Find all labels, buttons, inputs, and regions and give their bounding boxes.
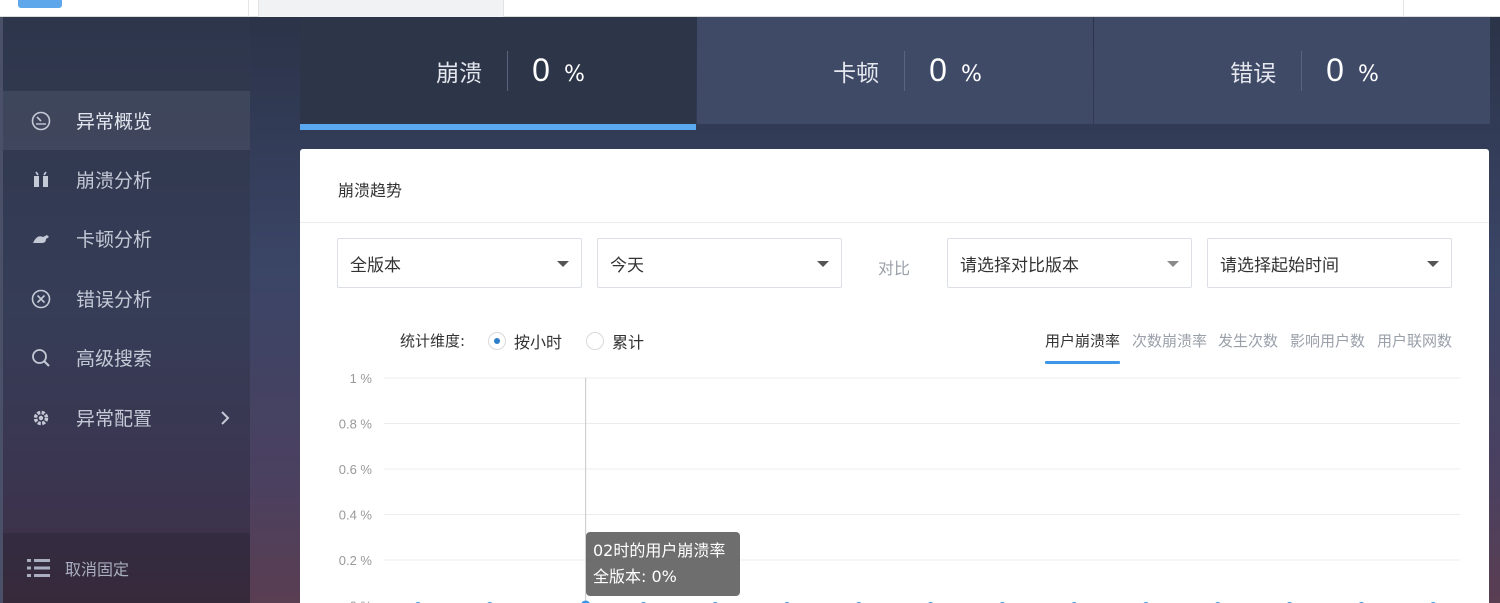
radio-checked-icon <box>488 332 506 350</box>
sidebar-item-config[interactable]: 异常配置 <box>3 388 250 447</box>
version-select-value: 全版本 <box>350 255 401 276</box>
y-tick-label: 0 % <box>350 599 373 603</box>
caret-down-icon <box>557 261 569 267</box>
sidebar-item-search[interactable]: 高级搜索 <box>3 328 250 387</box>
radio-cumulative[interactable]: 累计 <box>586 329 644 353</box>
stat-value: 0 <box>1326 52 1344 88</box>
close-circle-icon <box>29 287 53 311</box>
turtle-icon <box>29 227 53 251</box>
list-icon <box>27 558 51 578</box>
broken-box-icon <box>29 168 53 192</box>
unpin-sidebar-button[interactable]: 取消固定 <box>3 533 250 603</box>
sidebar-item-label: 卡顿分析 <box>76 229 153 251</box>
gear-icon <box>29 406 53 430</box>
version-select[interactable]: 全版本 <box>337 238 582 288</box>
y-tick-label: 0.2 % <box>339 553 373 568</box>
stat-card-lag[interactable]: 卡顿 0 % <box>697 17 1093 124</box>
radio-label: 累计 <box>612 333 645 352</box>
stat-label: 卡顿 <box>833 60 880 87</box>
radio-label: 按小时 <box>514 333 563 352</box>
unpin-label: 取消固定 <box>65 560 130 579</box>
radio-hourly[interactable]: 按小时 <box>488 329 562 353</box>
y-tick-label: 0.4 % <box>339 508 373 523</box>
tab-affected-users[interactable]: 影响用户数 <box>1290 330 1365 351</box>
stat-value: 0 <box>929 52 947 88</box>
panel-title: 崩溃趋势 <box>338 181 403 200</box>
divider <box>1403 0 1404 17</box>
stat-card-crash[interactable]: 崩溃 0 % <box>300 17 696 130</box>
date-select-value: 今天 <box>610 255 644 276</box>
sidebar-item-error[interactable]: 错误分析 <box>3 269 250 328</box>
caret-down-icon <box>817 261 829 267</box>
start-time-select[interactable]: 请选择起始时间 <box>1207 238 1452 288</box>
sidebar-item-label: 异常配置 <box>76 408 153 430</box>
chart-tooltip: 02时的用户崩溃率 全版本: 0% <box>586 532 740 596</box>
sidebar-item-label: 异常概览 <box>76 111 153 133</box>
sidebar-item-label: 错误分析 <box>76 289 153 311</box>
caret-down-icon <box>1167 261 1179 267</box>
stat-label: 错误 <box>1230 60 1277 87</box>
stat-unit: % <box>960 62 982 87</box>
stat-unit: % <box>1357 62 1379 87</box>
tab-occurrence-count[interactable]: 发生次数 <box>1218 330 1278 351</box>
divider <box>248 0 249 17</box>
dimension-label: 统计维度: <box>400 332 466 350</box>
stat-card-error[interactable]: 错误 0 % <box>1094 17 1490 124</box>
tab-count-crash-rate[interactable]: 次数崩溃率 <box>1132 330 1207 351</box>
stat-value: 0 <box>532 52 550 88</box>
sidebar: 异常概览 崩溃分析 卡顿分析 错误分析 高级搜索 异常配置 取消固定 <box>0 17 250 603</box>
sidebar-item-overview[interactable]: 异常概览 <box>3 91 250 150</box>
tab-online-users[interactable]: 用户联网数 <box>1377 330 1452 351</box>
compare-version-placeholder: 请选择对比版本 <box>960 255 1079 276</box>
divider <box>507 50 509 91</box>
crash-trend-panel: 崩溃趋势 全版本 今天 对比 请选择对比版本 请选择起始时间 统计维度: 按小时… <box>300 149 1489 603</box>
tab-user-crash-rate[interactable]: 用户崩溃率 <box>1045 330 1120 351</box>
gauge-icon <box>29 109 53 133</box>
compare-version-select[interactable]: 请选择对比版本 <box>947 238 1192 288</box>
tooltip-row: 全版本: 0% <box>593 567 677 586</box>
y-tick-label: 1 % <box>350 371 373 386</box>
sidebar-item-label: 高级搜索 <box>76 348 153 370</box>
sidebar-item-crash[interactable]: 崩溃分析 <box>3 150 250 209</box>
top-bar <box>0 0 1500 17</box>
compare-label: 对比 <box>878 259 911 278</box>
divider <box>904 50 906 91</box>
stat-unit: % <box>563 62 585 87</box>
date-select[interactable]: 今天 <box>597 238 842 288</box>
divider <box>1301 50 1303 91</box>
sidebar-item-label: 崩溃分析 <box>76 170 153 192</box>
crash-rate-chart: 1 % 0.8 % 0.6 % 0.4 % 0.2 % 0 % <box>339 371 1460 603</box>
y-tick-label: 0.8 % <box>339 417 373 432</box>
caret-down-icon <box>1427 261 1439 267</box>
chevron-right-icon <box>220 408 230 430</box>
search-icon <box>29 346 53 370</box>
divider <box>300 222 1489 223</box>
stat-label: 崩溃 <box>436 60 483 87</box>
top-tab[interactable] <box>258 0 504 17</box>
sidebar-item-lag[interactable]: 卡顿分析 <box>3 209 250 268</box>
start-time-placeholder: 请选择起始时间 <box>1220 255 1339 276</box>
active-indicator <box>300 124 696 130</box>
y-tick-label: 0.6 % <box>339 462 373 477</box>
app-logo-icon[interactable] <box>18 0 62 8</box>
radio-unchecked-icon <box>586 332 604 350</box>
tooltip-title: 02时的用户崩溃率 <box>593 541 726 560</box>
